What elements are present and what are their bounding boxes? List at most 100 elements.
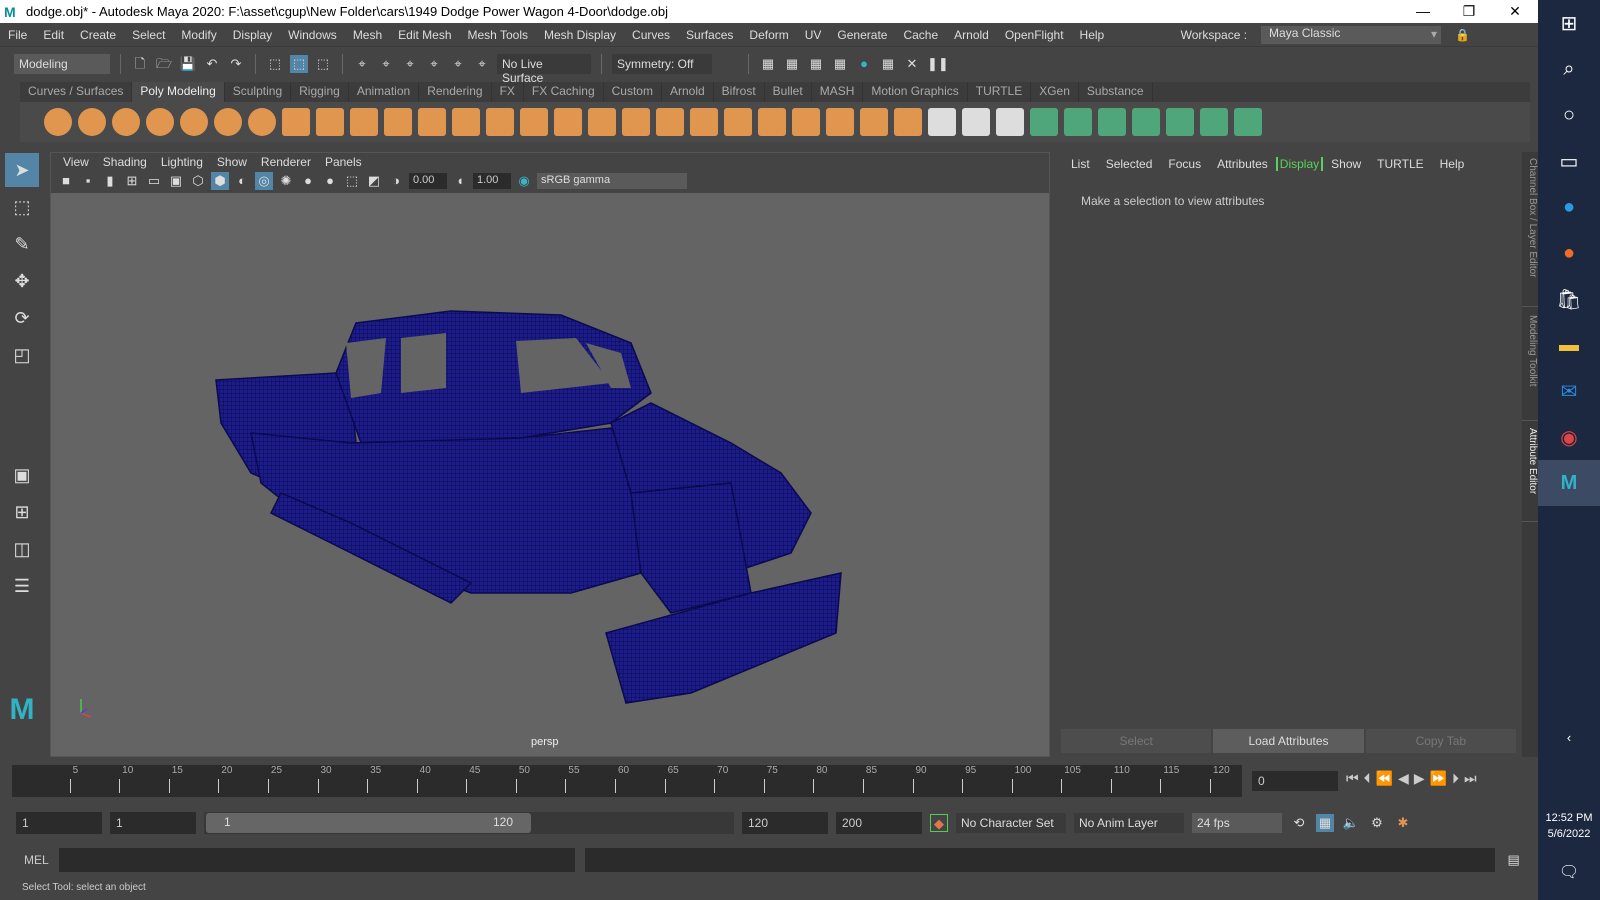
lock-icon[interactable]: 🔒 (1447, 28, 1478, 42)
tab-substance[interactable]: Substance (1079, 82, 1153, 102)
search-icon[interactable]: ⌕ (1538, 46, 1600, 92)
tab-rendering[interactable]: Rendering (419, 82, 492, 102)
four-view-layout-icon[interactable]: ⊞ (5, 495, 39, 529)
ambient-occlusion-icon[interactable]: ● (321, 172, 339, 190)
attr-menu-turtle[interactable]: TURTLE (1369, 157, 1431, 171)
tab-turtle[interactable]: TURTLE (968, 82, 1032, 102)
anim-start-field[interactable]: 1 (110, 812, 196, 834)
close-button[interactable]: ✕ (1492, 0, 1538, 23)
lights-icon[interactable]: ✺ (277, 172, 295, 190)
tab-channel-box[interactable]: Channel Box / Layer Editor (1522, 152, 1538, 307)
snap-grid-icon[interactable]: ⌖ (353, 55, 371, 73)
attr-menu-attributes[interactable]: Attributes (1209, 157, 1276, 171)
end-time-field[interactable]: 120 (742, 812, 828, 834)
bevel-icon[interactable] (690, 108, 718, 136)
tab-fx-caching[interactable]: FX Caching (524, 82, 604, 102)
connect-icon[interactable] (894, 108, 922, 136)
multi-cut-icon[interactable] (826, 108, 854, 136)
sound-icon[interactable]: 🔈 (1342, 814, 1360, 832)
bookmark-icon[interactable]: ▮ (101, 172, 119, 190)
open-scene-icon[interactable]: 🗁 (155, 55, 173, 73)
textured-icon[interactable]: ◐ (233, 172, 251, 190)
spherical-uv-icon[interactable] (1098, 108, 1126, 136)
windows-start-icon[interactable]: ⊞ (1538, 0, 1600, 46)
redo-icon[interactable]: ↷ (227, 55, 245, 73)
combine-icon[interactable] (520, 108, 548, 136)
menu-mesh-tools[interactable]: Mesh Tools (460, 28, 536, 42)
snap-pivot-icon[interactable]: ⌖ (473, 55, 491, 73)
menu-create[interactable]: Create (72, 28, 124, 42)
step-back-key-icon[interactable]: ⏪ (1376, 770, 1393, 787)
menu-windows[interactable]: Windows (280, 28, 345, 42)
select-object-icon[interactable]: ⬚ (290, 54, 308, 73)
layout-uv-icon[interactable] (1166, 108, 1194, 136)
arnold-render-icon[interactable]: ▦ (879, 55, 897, 73)
camera-icon[interactable]: ■ (57, 172, 75, 190)
single-perspective-layout-icon[interactable]: ▣ (5, 458, 39, 492)
panel-menu-show[interactable]: Show (210, 155, 254, 169)
uv-sew-icon[interactable] (1234, 108, 1262, 136)
mel-input[interactable] (58, 848, 575, 872)
menu-cache[interactable]: Cache (895, 28, 946, 42)
tab-mash[interactable]: MASH (812, 82, 864, 102)
menu-help[interactable]: Help (1072, 28, 1113, 42)
fps-dropdown[interactable]: 24 fps (1192, 813, 1282, 833)
render-settings-icon[interactable]: ▦ (831, 55, 849, 73)
cylinder-icon[interactable] (112, 108, 140, 136)
attr-menu-selected[interactable]: Selected (1098, 157, 1161, 171)
exposure-icon[interactable]: ◑ (387, 172, 405, 190)
auto-key-icon[interactable]: ◆ (930, 814, 948, 832)
attr-menu-display[interactable]: Display (1275, 157, 1324, 171)
menu-deform[interactable]: Deform (741, 28, 796, 42)
store-icon[interactable]: 🛍 (1538, 276, 1600, 322)
maya-taskbar-icon[interactable]: M (1538, 460, 1600, 506)
play-forwards-icon[interactable]: ▶ (1414, 770, 1425, 787)
menu-openflight[interactable]: OpenFlight (997, 28, 1072, 42)
tab-animation[interactable]: Animation (349, 82, 420, 102)
rotate-tool-icon[interactable]: ⟳ (5, 301, 39, 335)
tab-xgen[interactable]: XGen (1031, 82, 1079, 102)
attr-menu-focus[interactable]: Focus (1160, 157, 1209, 171)
symmetry-dropdown[interactable]: Symmetry: Off (612, 53, 712, 74)
paint-select-icon[interactable]: ✎ (5, 227, 39, 261)
notifications-icon[interactable]: 🗨 (1538, 862, 1600, 882)
mel-label[interactable]: MEL (24, 853, 49, 867)
scale-tool-icon[interactable]: ◰ (5, 338, 39, 372)
undo-icon[interactable]: ↶ (203, 55, 221, 73)
anim-layer-dropdown[interactable]: No Anim Layer (1074, 813, 1184, 833)
target-weld-icon[interactable] (860, 108, 888, 136)
time-slider[interactable]: 5 10 15 20 25 30 35 40 45 50 55 60 65 70 75 80 85 90 95 100… (12, 765, 1242, 797)
disc-icon[interactable] (248, 108, 276, 136)
cylindrical-uv-icon[interactable] (1064, 108, 1092, 136)
loop-icon[interactable]: ⟲ (1290, 814, 1308, 832)
separate-icon[interactable] (554, 108, 582, 136)
live-surface-field[interactable]: No Live Surface (497, 53, 591, 85)
add-divisions-icon[interactable] (792, 108, 820, 136)
menu-uv[interactable]: UV (797, 28, 830, 42)
workspace-dropdown[interactable]: Maya Classic (1261, 26, 1442, 44)
grid-icon[interactable]: ⊞ (123, 172, 141, 190)
move-tool-icon[interactable]: ✥ (5, 264, 39, 298)
smooth-shade-icon[interactable]: ⬢ (211, 172, 229, 190)
tab-arnold[interactable]: Arnold (662, 82, 714, 102)
arnold-tool-icon[interactable]: ✕ (903, 55, 921, 73)
fill-hole-icon[interactable] (758, 108, 786, 136)
menu-curves[interactable]: Curves (624, 28, 678, 42)
cube-icon[interactable] (78, 108, 106, 136)
tab-fx[interactable]: FX (492, 82, 524, 102)
file-explorer-icon[interactable]: ▬ (1538, 322, 1600, 368)
automatic-uv-icon[interactable] (996, 108, 1024, 136)
measure-icon[interactable] (418, 108, 446, 136)
lasso-tool-icon[interactable]: ⬚ (5, 190, 39, 224)
wireframe-on-shaded-icon[interactable]: ◎ (255, 172, 273, 190)
torus-icon[interactable] (180, 108, 208, 136)
planar-uv-icon[interactable] (1030, 108, 1058, 136)
menu-edit-mesh[interactable]: Edit Mesh (390, 28, 459, 42)
tab-sculpting[interactable]: Sculpting (225, 82, 292, 102)
extrude-icon[interactable] (656, 108, 684, 136)
wireframe-icon[interactable]: ⬡ (189, 172, 207, 190)
isolate-select-icon[interactable]: ⬚ (343, 172, 361, 190)
panel-menu-renderer[interactable]: Renderer (254, 155, 318, 169)
cortana-icon[interactable]: ○ (1538, 92, 1600, 138)
sphere-icon[interactable] (44, 108, 72, 136)
